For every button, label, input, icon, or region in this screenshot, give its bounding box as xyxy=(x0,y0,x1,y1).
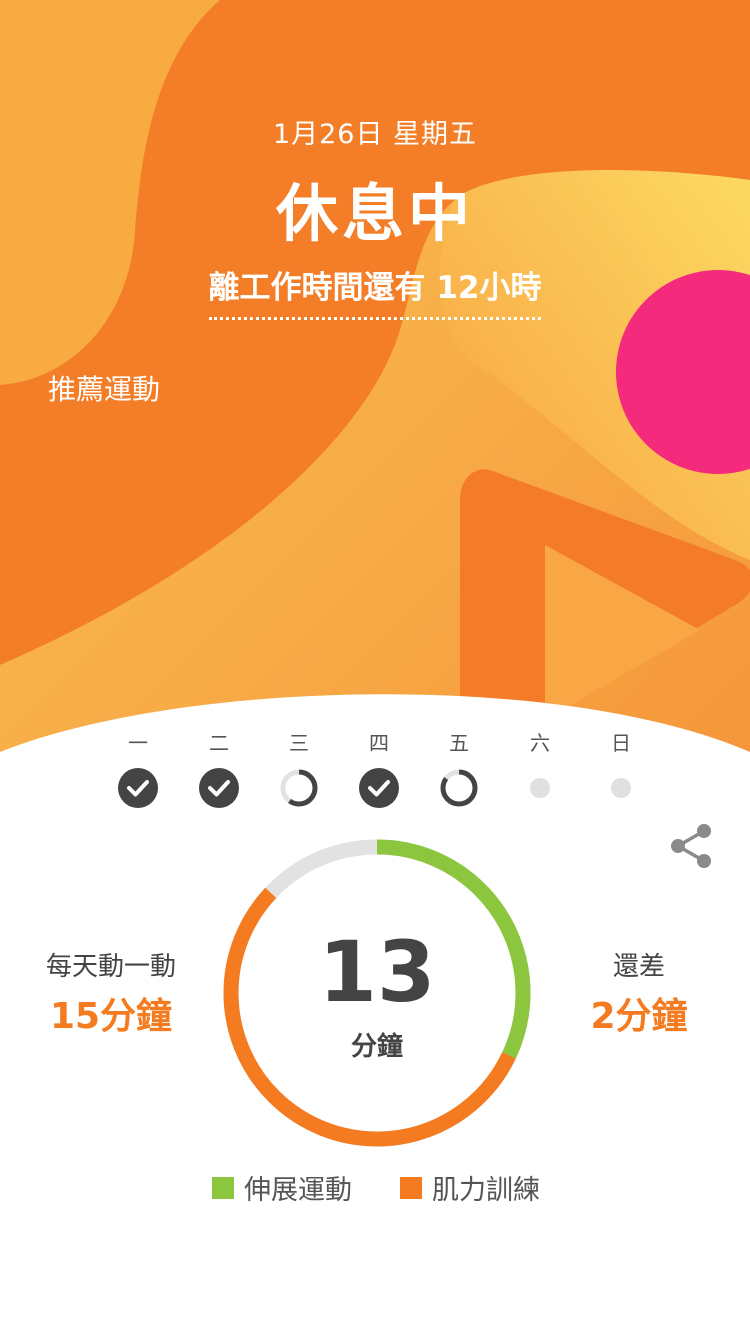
day-label: 二 xyxy=(209,731,229,755)
partial-ring-icon xyxy=(280,769,318,807)
day-sun[interactable]: 日 xyxy=(591,728,651,808)
day-fri[interactable]: 五 xyxy=(429,728,489,808)
check-icon xyxy=(359,768,399,808)
day-label: 六 xyxy=(530,731,550,755)
share-button[interactable] xyxy=(668,822,714,870)
empty-dot-icon xyxy=(611,778,631,798)
legend-stretch: 伸展運動 xyxy=(212,1168,352,1207)
day-tue[interactable]: 二 xyxy=(189,728,249,808)
day-label: 五 xyxy=(449,731,469,755)
goal-value: 15分鐘 xyxy=(49,996,173,1037)
check-icon xyxy=(199,768,239,808)
recommend-exercise-link[interactable]: 推薦運動 xyxy=(48,368,160,408)
legend-strength-label: 肌力訓練 xyxy=(432,1175,540,1206)
day-thu[interactable]: 四 xyxy=(349,728,409,808)
orange-swatch xyxy=(400,1176,422,1199)
goal-label: 每天動一動 xyxy=(45,952,176,982)
countdown-text[interactable]: 離工作時間還有 12小時 xyxy=(0,262,750,320)
partial-ring-icon xyxy=(440,769,478,807)
weekly-progress: 一 二 三 四 五 六 日 xyxy=(0,728,750,818)
status-title: 休息中 xyxy=(275,177,474,250)
green-swatch xyxy=(212,1176,234,1199)
day-label: 日 xyxy=(611,731,631,755)
remaining-label: 還差 xyxy=(612,952,665,982)
countdown-label: 離工作時間還有 12小時 xyxy=(208,262,542,320)
legend-strength: 肌力訓練 xyxy=(400,1168,540,1207)
day-label: 四 xyxy=(369,731,389,755)
check-icon xyxy=(118,768,158,808)
day-label: 三 xyxy=(289,731,309,755)
share-icon xyxy=(671,824,711,868)
minutes-value: 13 xyxy=(318,923,436,1021)
day-mon[interactable]: 一 xyxy=(108,728,168,808)
date-label: 1月26日 星期五 xyxy=(272,119,478,150)
legend-stretch-label: 伸展運動 xyxy=(244,1175,352,1206)
empty-dot-icon xyxy=(530,778,550,798)
minutes-unit: 分鐘 xyxy=(350,1032,403,1062)
remaining-value: 2分鐘 xyxy=(590,996,688,1037)
day-label: 一 xyxy=(128,731,148,755)
day-sat[interactable]: 六 xyxy=(510,728,570,808)
day-wed[interactable]: 三 xyxy=(269,728,329,808)
